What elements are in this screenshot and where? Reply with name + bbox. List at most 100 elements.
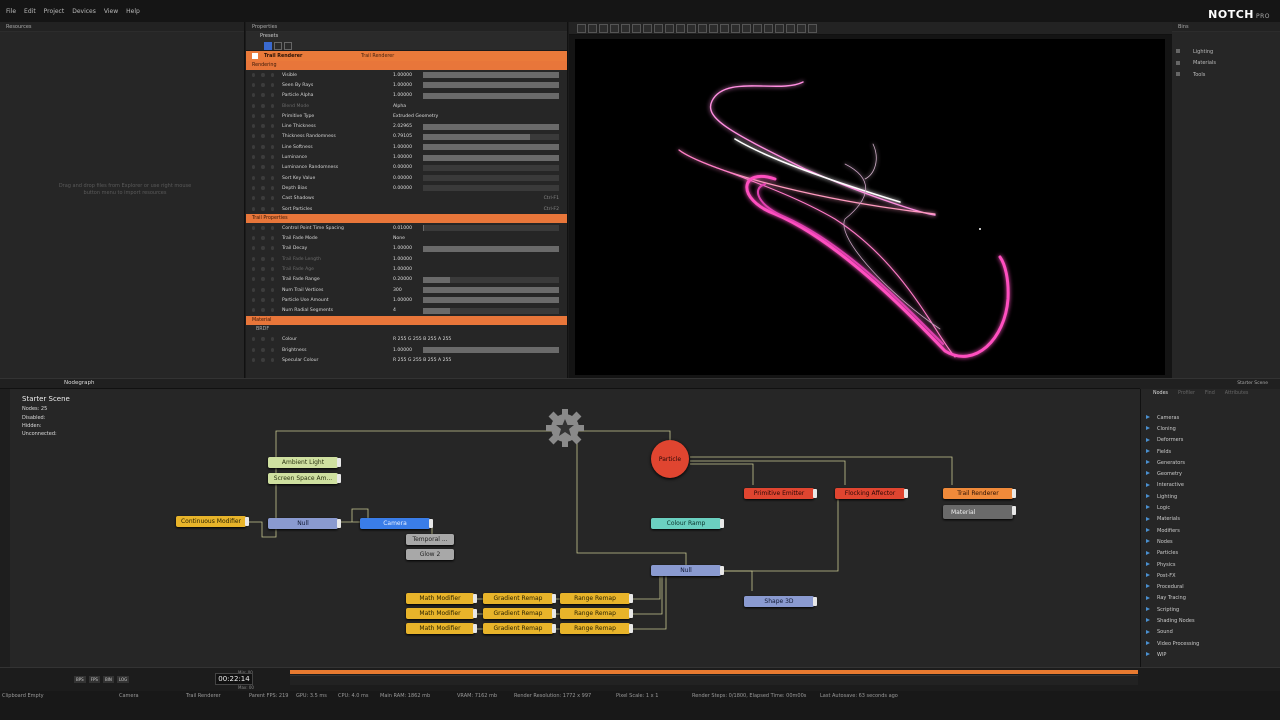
- presets-label[interactable]: Presets: [246, 32, 567, 41]
- node-continuous-modifier[interactable]: Continuous Modifier: [176, 516, 249, 527]
- expand-arrow-icon[interactable]: [1146, 539, 1150, 544]
- node-category-deformers[interactable]: Deformers: [1141, 435, 1280, 446]
- expand-arrow-icon[interactable]: [1146, 505, 1150, 510]
- node-category-sound[interactable]: Sound: [1141, 627, 1280, 638]
- expand-arrow-icon[interactable]: [1146, 471, 1150, 476]
- node-category-generators[interactable]: Generators: [1141, 457, 1280, 468]
- viewport-tool-icon[interactable]: [709, 24, 718, 33]
- viewport-tool-icon[interactable]: [786, 24, 795, 33]
- viewport-tool-icon[interactable]: [577, 24, 586, 33]
- menu-item-devices[interactable]: Devices: [72, 8, 96, 15]
- viewport-tool-icon[interactable]: [665, 24, 674, 33]
- property-slider[interactable]: [423, 245, 559, 252]
- node-math-modifier[interactable]: Math Modifier: [406, 608, 477, 619]
- node-temporal[interactable]: Temporal ...: [406, 534, 454, 545]
- enabled-checkbox[interactable]: [252, 53, 258, 59]
- filter-icon[interactable]: [264, 42, 272, 50]
- viewport-tool-icon[interactable]: [588, 24, 597, 33]
- node-category-nodes[interactable]: Nodes: [1141, 536, 1280, 547]
- keyframe-icon[interactable]: [252, 93, 274, 98]
- timeline-range-bar[interactable]: [290, 670, 1138, 674]
- keyframe-icon[interactable]: [252, 358, 274, 363]
- log-button[interactable]: LOG: [116, 676, 130, 683]
- property-slider[interactable]: [423, 154, 559, 161]
- keyframe-icon[interactable]: [252, 246, 274, 251]
- expand-arrow-icon[interactable]: [1146, 426, 1150, 431]
- node-category-cloning[interactable]: Cloning: [1141, 423, 1280, 434]
- node-range-remap[interactable]: Range Remap: [560, 623, 633, 634]
- viewport-tool-icon[interactable]: [698, 24, 707, 33]
- viewport-tool-icon[interactable]: [687, 24, 696, 33]
- bin-item-lighting[interactable]: Lighting: [1172, 46, 1280, 58]
- viewport-tool-icon[interactable]: [797, 24, 806, 33]
- viewport-tool-icon[interactable]: [808, 24, 817, 33]
- node-colour-ramp[interactable]: Colour Ramp: [651, 518, 724, 529]
- node-category-shading-nodes[interactable]: Shading Nodes: [1141, 615, 1280, 626]
- property-value[interactable]: 4: [393, 308, 396, 313]
- expand-arrow-icon[interactable]: [1146, 437, 1150, 442]
- node-category-wip[interactable]: WIP: [1141, 649, 1280, 660]
- viewport-tool-icon[interactable]: [775, 24, 784, 33]
- viewport-tool-icon[interactable]: [599, 24, 608, 33]
- tab-find[interactable]: Find: [1205, 391, 1215, 397]
- keyframe-icon[interactable]: [252, 155, 274, 160]
- menu-item-file[interactable]: File: [6, 8, 16, 15]
- property-value[interactable]: 1.00000: [393, 246, 412, 251]
- property-value[interactable]: 1.00000: [393, 298, 412, 303]
- node-shape3d[interactable]: Shape 3D: [744, 596, 817, 607]
- keyframe-icon[interactable]: [252, 175, 274, 181]
- keyframe-icon[interactable]: [252, 196, 274, 201]
- property-value[interactable]: 1.00000: [393, 83, 412, 88]
- tab-profiler[interactable]: Profiler: [1178, 391, 1195, 397]
- property-value[interactable]: 1.00000: [393, 73, 412, 78]
- property-slider[interactable]: [423, 185, 559, 192]
- viewport-tool-icon[interactable]: [742, 24, 751, 33]
- render-view[interactable]: [575, 39, 1165, 375]
- node-category-scripting[interactable]: Scripting: [1141, 604, 1280, 615]
- node-category-video-processing[interactable]: Video Processing: [1141, 638, 1280, 649]
- expand-arrow-icon[interactable]: [1146, 652, 1150, 657]
- keyframe-icon[interactable]: [252, 72, 274, 78]
- property-value[interactable]: 300: [393, 288, 402, 293]
- node-category-modifiers[interactable]: Modifiers: [1141, 525, 1280, 536]
- expand-arrow-icon[interactable]: [1146, 640, 1150, 645]
- bps-button[interactable]: BPS: [74, 676, 86, 683]
- property-slider[interactable]: [423, 123, 559, 130]
- node-name-field[interactable]: Trail Renderer: [361, 54, 394, 59]
- viewport-tool-icon[interactable]: [621, 24, 630, 33]
- keyframe-icon[interactable]: [252, 124, 274, 129]
- keyframe-icon[interactable]: [252, 256, 274, 262]
- node-category-ray-tracing[interactable]: Ray Tracing: [1141, 593, 1280, 604]
- property-value[interactable]: R 255 G 255 B 255 A 255: [393, 358, 451, 363]
- property-value[interactable]: 1.00000: [393, 145, 412, 150]
- expand-arrow-icon[interactable]: [1146, 561, 1150, 566]
- expand-arrow-icon[interactable]: [1146, 482, 1150, 487]
- keyframe-icon[interactable]: [252, 144, 274, 150]
- particle-root-node[interactable]: Particle: [651, 440, 689, 478]
- property-slider[interactable]: [423, 287, 559, 294]
- bin-item-tools[interactable]: Tools: [1172, 69, 1280, 81]
- section-material[interactable]: Material: [246, 315, 567, 325]
- node-math-modifier[interactable]: Math Modifier: [406, 593, 477, 604]
- property-value[interactable]: 0.00000: [393, 165, 412, 170]
- node-category-cameras[interactable]: Cameras: [1141, 412, 1280, 423]
- expand-arrow-icon[interactable]: [1146, 460, 1150, 465]
- property-value[interactable]: 1.00000: [393, 155, 412, 160]
- keyframe-icon[interactable]: [252, 165, 274, 170]
- keyframe-icon[interactable]: [252, 308, 274, 313]
- expand-arrow-icon[interactable]: [1146, 584, 1150, 589]
- expand-arrow-icon[interactable]: [1146, 618, 1150, 623]
- node-glow[interactable]: Glow 2: [406, 549, 454, 560]
- viewport-tool-icon[interactable]: [654, 24, 663, 33]
- property-value[interactable]: 0.79105: [393, 134, 412, 139]
- keyframe-icon[interactable]: [252, 297, 274, 303]
- node-category-logic[interactable]: Logic: [1141, 502, 1280, 513]
- node-flocking-affector[interactable]: Flocking Affector: [835, 488, 908, 499]
- keyframe-icon[interactable]: [252, 103, 274, 109]
- node-primitive-emitter[interactable]: Primitive Emitter: [744, 488, 817, 499]
- keyframe-icon[interactable]: [252, 113, 274, 119]
- section-rendering[interactable]: Rendering: [246, 61, 567, 70]
- keyframe-icon[interactable]: [252, 337, 274, 342]
- menu-item-help[interactable]: Help: [126, 8, 140, 15]
- expand-arrow-icon[interactable]: [1146, 527, 1150, 532]
